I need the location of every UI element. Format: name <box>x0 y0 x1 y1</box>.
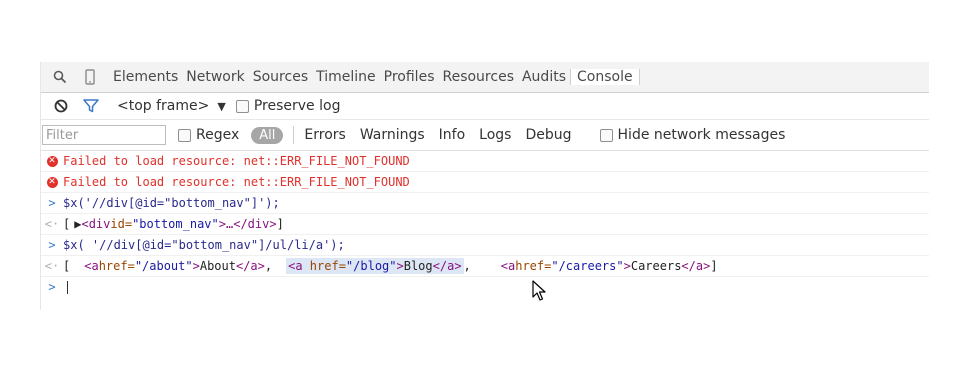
hide-network-checkbox[interactable]: Hide network messages <box>599 127 786 143</box>
console-error-row: ✕ Failed to load resource: net::ERR_FILE… <box>41 151 929 172</box>
device-mode-icon[interactable] <box>79 69 101 85</box>
console-command-row: > $x( '//div[@id="bottom_nav"]/ul/li/a')… <box>41 235 929 256</box>
checkbox-box[interactable] <box>235 99 249 113</box>
console-toolbar: <top frame> ▼ Preserve log <box>41 93 929 120</box>
regex-checkbox[interactable]: Regex <box>178 127 239 143</box>
result-link-about[interactable]: <a <box>84 259 98 273</box>
result-link-blog[interactable]: <a href="/blog">Blog</a> <box>286 258 464 274</box>
filter-icon[interactable] <box>81 99 101 113</box>
regex-label: Regex <box>196 127 240 143</box>
tab-profiles[interactable]: Profiles <box>380 69 439 85</box>
result-element[interactable]: <div <box>81 217 110 231</box>
error-icon: ✕ <box>46 155 58 167</box>
error-message: Failed to load resource: net::ERR_FILE_N… <box>63 175 410 189</box>
prompt-icon: > <box>48 238 56 252</box>
tab-elements[interactable]: Elements <box>109 69 182 85</box>
tab-audits[interactable]: Audits <box>518 69 570 85</box>
filter-input[interactable]: Filter <box>42 125 166 145</box>
prompt-icon: > <box>48 196 56 210</box>
console-error-row: ✕ Failed to load resource: net::ERR_FILE… <box>41 172 929 193</box>
clear-console-icon[interactable] <box>51 99 71 113</box>
mouse-cursor-icon <box>532 280 546 301</box>
error-message: Failed to load resource: net::ERR_FILE_N… <box>63 154 410 168</box>
level-info-button[interactable]: Info <box>439 127 466 143</box>
command-text: $x( '//div[@id="bottom_nav"]/ul/li/a'); <box>63 238 345 252</box>
tab-network[interactable]: Network <box>182 69 248 85</box>
devtools-window: Elements Network Sources Timeline Profil… <box>40 62 929 310</box>
error-icon: ✕ <box>46 176 58 188</box>
console-result-row: <· [ ▶ <div id= "bottom_nav" >…</div> ] <box>41 214 929 235</box>
console-messages: ✕ Failed to load resource: net::ERR_FILE… <box>41 151 929 297</box>
level-debug-button[interactable]: Debug <box>525 127 571 143</box>
checkbox-box[interactable] <box>599 128 613 142</box>
level-warnings-button[interactable]: Warnings <box>360 127 425 143</box>
devtools-tabbar: Elements Network Sources Timeline Profil… <box>41 62 929 93</box>
tab-sources[interactable]: Sources <box>249 69 312 85</box>
search-icon[interactable] <box>49 70 71 84</box>
tab-timeline[interactable]: Timeline <box>312 69 380 85</box>
prompt-icon: > <box>48 280 56 294</box>
tab-console[interactable]: Console <box>570 69 640 85</box>
level-logs-button[interactable]: Logs <box>479 127 511 143</box>
result-arrow-icon: <· <box>44 217 60 231</box>
level-errors-button[interactable]: Errors <box>304 127 345 143</box>
console-result-row: <· [ <a href= "/about" > About </a> , <a… <box>41 256 929 277</box>
command-text: $x('//div[@id="bottom_nav"]'); <box>63 196 280 210</box>
console-command-row: > $x('//div[@id="bottom_nav"]'); <box>41 193 929 214</box>
chevron-down-icon[interactable]: ▼ <box>217 100 225 113</box>
console-input-row[interactable]: > <box>41 277 929 297</box>
frame-selector[interactable]: <top frame> <box>117 98 209 114</box>
result-link-careers[interactable]: <a <box>501 259 515 273</box>
expand-triangle-icon[interactable]: ▶ <box>74 217 81 231</box>
level-all-button[interactable]: All <box>251 126 284 144</box>
preserve-log-label: Preserve log <box>253 98 341 114</box>
preserve-log-checkbox[interactable]: Preserve log <box>235 98 341 114</box>
filter-bar: Filter Regex All Errors Warnings Info Lo… <box>41 120 929 151</box>
hide-network-label: Hide network messages <box>617 127 786 143</box>
checkbox-box[interactable] <box>178 128 191 142</box>
tab-resources[interactable]: Resources <box>438 69 518 85</box>
divider <box>293 126 295 144</box>
text-caret <box>67 280 68 294</box>
result-arrow-icon: <· <box>44 259 60 273</box>
